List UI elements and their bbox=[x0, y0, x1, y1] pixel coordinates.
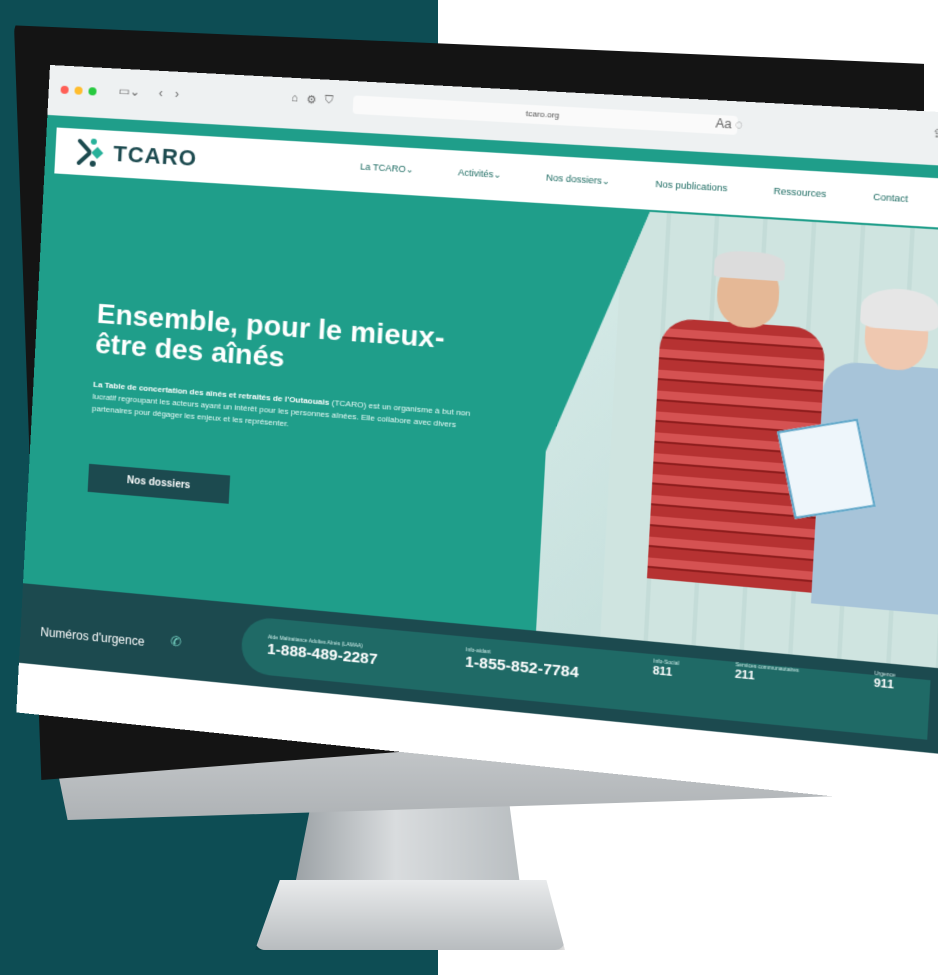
emergency-item-info-social[interactable]: Info-Social 811 bbox=[652, 658, 679, 679]
hero-description: La Table de concertation des aînés et re… bbox=[92, 379, 484, 446]
back-icon[interactable]: ‹ bbox=[158, 86, 163, 100]
sidebar-icon[interactable]: ▭⌄ bbox=[118, 84, 140, 99]
toolbar-icons: ⌂ ⚙ ⛉ bbox=[291, 92, 334, 108]
logo[interactable]: TCARO bbox=[75, 137, 198, 174]
nav-item-nos-publications[interactable]: Nos publications bbox=[655, 179, 728, 195]
nav-item-la-tcaro[interactable]: La TCARO⌄ bbox=[360, 161, 414, 175]
share-icon[interactable]: ⇪ + ⧉ bbox=[931, 127, 938, 144]
forward-icon[interactable]: › bbox=[175, 87, 180, 101]
nav-item-contact[interactable]: Contact bbox=[873, 192, 908, 206]
website: TCARO La TCARO⌄ Activités⌄ Nos dossiers⌄… bbox=[16, 114, 938, 809]
brochure bbox=[777, 418, 876, 518]
logo-text: TCARO bbox=[112, 140, 198, 171]
emergency-title: Numéros d'urgence bbox=[40, 624, 145, 649]
nav-item-ressources[interactable]: Ressources bbox=[773, 186, 826, 201]
close-icon[interactable] bbox=[60, 85, 69, 95]
hero-photo bbox=[535, 206, 938, 691]
address-bar[interactable]: tcaro.org bbox=[352, 95, 738, 136]
logo-icon bbox=[75, 137, 106, 169]
reader-icon[interactable]: Aa ◌ bbox=[715, 116, 743, 132]
monitor-screen: ▭⌄ ‹ › ⌂ ⚙ ⛉ tcaro.org Aa ◌ ⇪ + ⧉ bbox=[16, 65, 938, 809]
phone-icon: ✆ bbox=[170, 633, 182, 650]
emergency-number: 911 bbox=[873, 677, 895, 692]
nos-dossiers-button[interactable]: Nos dossiers bbox=[87, 463, 231, 504]
window-controls[interactable] bbox=[60, 85, 97, 96]
settings-icon[interactable]: ⚙ bbox=[306, 93, 317, 107]
monitor-base bbox=[255, 880, 565, 950]
emergency-number: 811 bbox=[652, 664, 673, 680]
emergency-item-urgence[interactable]: Urgence 911 bbox=[873, 671, 895, 692]
shield-icon[interactable]: ⛉ bbox=[324, 94, 333, 108]
nav-item-nos-dossiers[interactable]: Nos dossiers⌄ bbox=[546, 172, 610, 187]
home-icon[interactable]: ⌂ bbox=[291, 92, 298, 106]
main-nav: La TCARO⌄ Activités⌄ Nos dossiers⌄ Nos p… bbox=[360, 161, 909, 205]
maximize-icon[interactable] bbox=[88, 87, 97, 96]
hero-title: Ensemble, pour le mieux-être des aînés bbox=[94, 297, 446, 373]
minimize-icon[interactable] bbox=[74, 86, 83, 95]
nav-item-activites[interactable]: Activités⌄ bbox=[458, 167, 502, 181]
